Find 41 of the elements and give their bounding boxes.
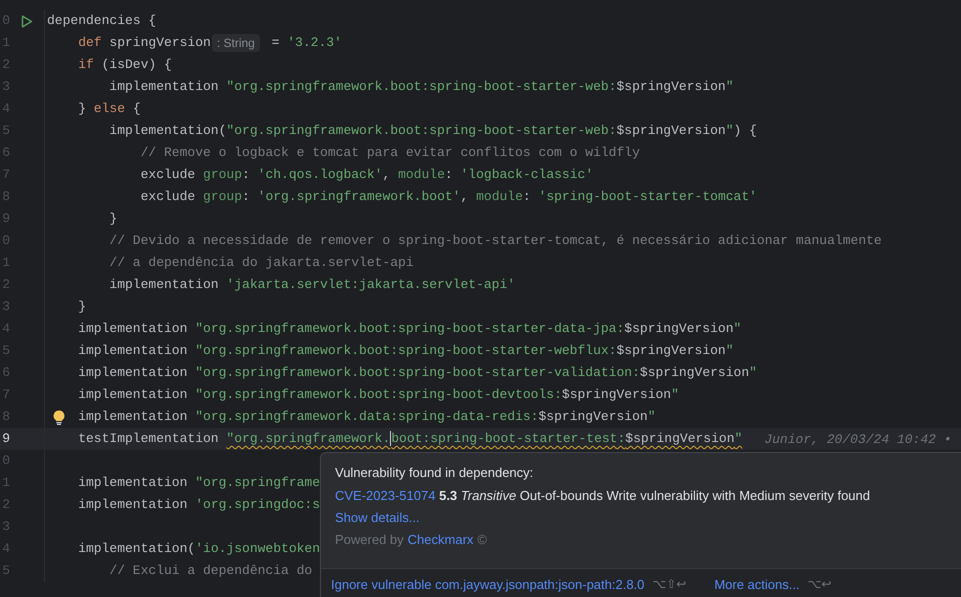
code-line: } [109, 210, 118, 228]
run-icon[interactable] [21, 14, 33, 28]
cve-link[interactable]: CVE-2023-51074 [335, 488, 436, 503]
shortcut-hint: ⌥↩ [808, 577, 832, 591]
code-line: // a dependência do jakarta.servlet-api [109, 254, 414, 272]
code-line: exclude group: 'ch.qos.logback', module: 'logback-classic' [140, 166, 594, 184]
code-line: } [78, 298, 86, 316]
code-line: implementation 'jakarta.servlet:jakarta.servlet-api' [109, 276, 516, 294]
code-line: // Remove o logback e tomcat para evitar conflitos com o wildfly [140, 144, 640, 162]
code-line: dependencies { [47, 12, 156, 30]
code-line: implementation "org.springframework.boot:spring-boot-starter-webflux:$springVersion" [78, 342, 734, 360]
code-line: def springVersion [78, 34, 211, 52]
action-link[interactable]: Ignore vulnerable com.jayway.jsonpath:json-path:2.8.0 [331, 576, 644, 592]
code-line: // Exclui a dependência do [109, 562, 312, 580]
lightbulb-icon[interactable] [53, 410, 65, 425]
code-line: } else { [78, 100, 141, 118]
code-line: = '3.2.3' [270, 34, 342, 52]
code-line: testImplementation "org.springframework.boot:spring-boot-starter-test:$springVersion" [78, 430, 742, 448]
code-line: exclude group: 'org.springframework.boot', module: 'spring-boot-starter-tomcat' [140, 188, 757, 206]
code-line: implementation "org.springframework.boot:spring-boot-devtools:$springVersion" [78, 386, 679, 404]
code-line: implementation('io.jsonwebtoken [78, 540, 320, 558]
inlay-hint: : String [212, 34, 260, 52]
code-line: implementation("org.springframework.boot:spring-boot-starter-web:$springVersion") { [109, 122, 757, 140]
code-line: implementation "org.springframework.data:spring-data-redis:$springVersion" [78, 408, 656, 426]
popup-title: Vulnerability found in dependency: [335, 464, 534, 481]
action-link[interactable]: More actions... [714, 576, 800, 592]
copyright-icon: © [477, 531, 487, 548]
code-line: // Devido a necessidade de remover o spring-boot-starter-tomcat, é necessário adicionar manualmente [109, 232, 882, 250]
code-line: implementation 'org.springdoc:s [78, 496, 320, 514]
vulnerability-summary: CVE-2023-51074 5.3 Transitive Out-of-bounds Write vulnerability with Medium severity found [335, 487, 871, 504]
line-number: 9 [1, 430, 10, 448]
show-details-link[interactable]: Show details... [335, 510, 420, 525]
shortcut-hint: ⌥⇧↩ [652, 577, 686, 591]
code-line: implementation "org.springframework.boot:spring-boot-starter-validation:$springVersion" [78, 364, 757, 382]
blame-annotation: Junior, 20/03/24 10:42 • [764, 432, 952, 446]
code-line: implementation "org.springframe [78, 474, 320, 492]
code-line: implementation "org.springframework.boot:spring-boot-starter-data-jpa:$springVersion" [78, 320, 742, 338]
code-line: implementation "org.springframework.boot:spring-boot-starter-web:$springVersion" [109, 78, 734, 96]
powered-by-text: Powered by [335, 531, 404, 548]
checkmarx-link[interactable]: Checkmarx [408, 531, 474, 548]
code-line: if (isDev) { [78, 56, 172, 74]
